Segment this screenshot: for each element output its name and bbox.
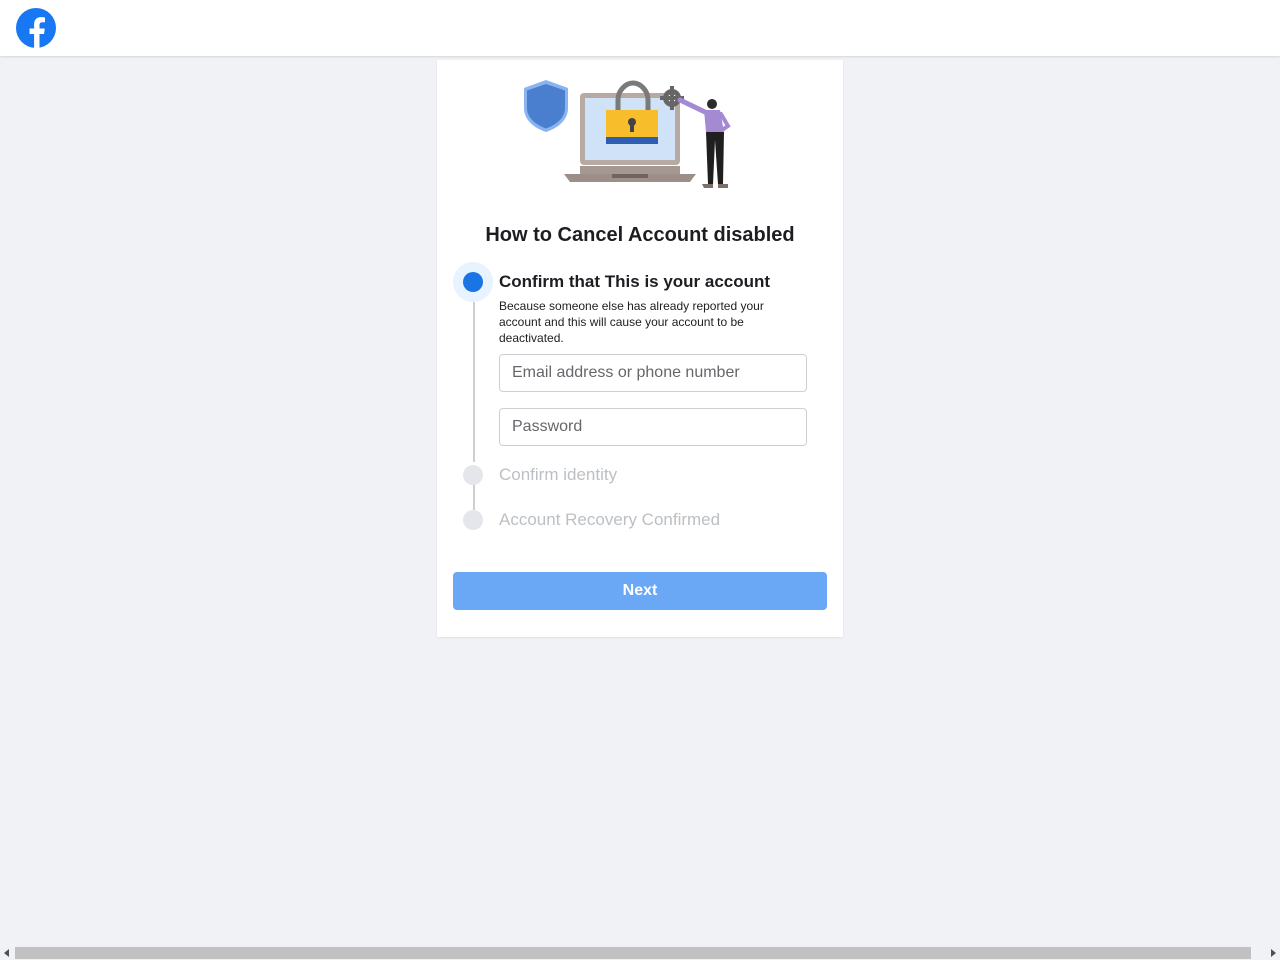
shield-icon (524, 80, 568, 132)
step-connector-line (473, 484, 475, 510)
scrollbar-thumb[interactable] (15, 947, 1251, 959)
facebook-logo-icon[interactable] (16, 8, 56, 48)
horizontal-scrollbar[interactable] (0, 946, 1280, 960)
scroll-right-arrow-icon[interactable] (1271, 949, 1276, 957)
step-title-confirm-account: Confirm that This is your account (499, 272, 771, 291)
next-button[interactable]: Next (453, 572, 827, 610)
padlock-icon (606, 80, 658, 144)
recovery-card: How to Cancel Account disabled Confirm t… (437, 60, 843, 637)
step-title-confirm-identity: Confirm identity (499, 465, 618, 484)
page-title: How to Cancel Account disabled (485, 224, 795, 246)
scroll-left-arrow-icon[interactable] (4, 949, 9, 957)
step-indicator-inactive (463, 510, 483, 530)
password-field[interactable] (499, 408, 807, 446)
security-illustration (524, 80, 731, 188)
step-title-recovery-confirmed: Account Recovery Confirmed (499, 510, 721, 529)
top-bar (0, 0, 1280, 56)
step-connector-line (473, 302, 475, 462)
email-field[interactable] (499, 354, 807, 392)
step-indicator-active (453, 262, 493, 302)
step-description: Because someone else has already reporte… (499, 299, 764, 345)
step-indicator-inactive (463, 465, 483, 485)
